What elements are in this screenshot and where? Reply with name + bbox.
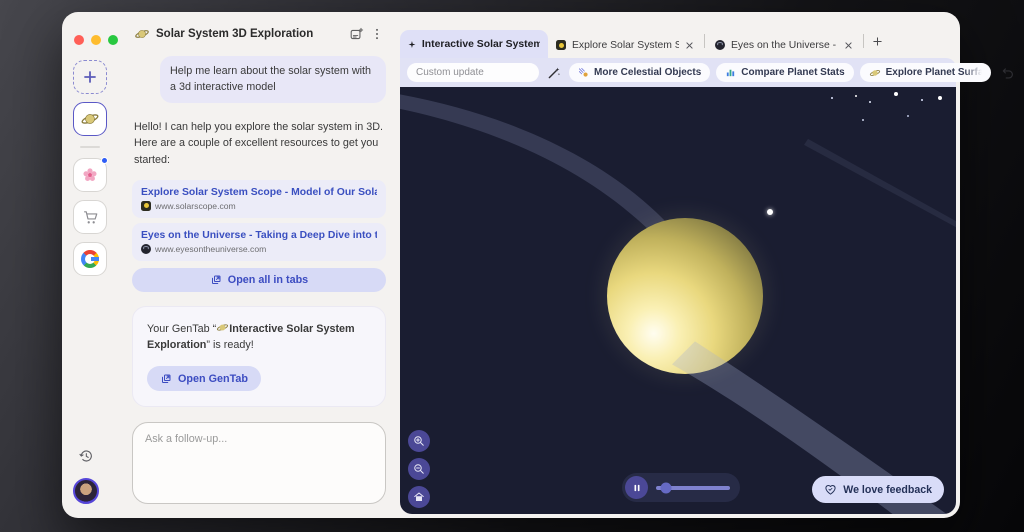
eyesuniverse-favicon [715,40,725,50]
notification-dot [101,157,108,164]
close-tab-icon[interactable] [685,41,694,50]
home-view-button[interactable] [408,486,430,508]
open-gentab-label: Open GenTab [178,373,248,385]
link-card-solarscope[interactable]: Explore Solar System Scope - Model of Ou… [132,180,386,218]
zoom-out-icon [413,463,425,475]
browser-window: Solar System 3D Exploration Help me lear… [62,12,960,518]
open-all-tabs-button[interactable]: Open all in tabs [132,268,386,292]
bar-chart-icon [725,67,736,78]
assistant-message: Hello! I can help you explore the solar … [134,119,384,168]
sidebar-divider [80,146,100,148]
link-title[interactable]: Eyes on the Universe - Taking a Deep Div… [141,230,377,241]
solarscope-favicon [141,201,151,211]
link-url: www.eyesontheuniverse.com [155,244,266,254]
link-url-row: www.solarscope.com [141,201,377,211]
pill-label: More Celestial Objects [594,67,701,78]
tab-separator [704,34,705,48]
orbit-path-front [400,87,956,514]
feedback-button[interactable]: We love feedback [812,476,944,503]
tab-solarscope[interactable]: Explore Solar System Scope - [548,32,702,58]
sidebar-item-shopping[interactable] [73,200,107,234]
slider-thumb[interactable] [661,482,672,493]
link-card-eyesuniverse[interactable]: Eyes on the Universe - Taking a Deep Div… [132,223,386,261]
link-url-row: www.eyesontheuniverse.com [141,244,377,254]
home-icon [413,491,425,503]
saturn-icon [80,109,100,129]
browser-pane: Interactive Solar System Explor... Explo… [400,30,956,514]
explore-planet-surfaces-button[interactable]: Explore Planet Surfa [860,63,991,82]
more-menu-icon[interactable] [370,27,384,41]
user-message-bubble: Help me learn about the solar system wit… [160,56,386,103]
saturn-icon [869,67,881,79]
gentab-ready-text: Your GenTab “Interactive Solar System Ex… [147,321,371,353]
solar-system-3d-canvas[interactable]: We love feedback [400,87,956,514]
cart-icon [82,209,99,226]
time-speed-slider[interactable] [656,486,730,490]
time-control-bar [622,473,740,502]
pause-button[interactable] [625,476,648,499]
eyesuniverse-favicon [141,244,151,254]
tab-interactive-solar[interactable]: Interactive Solar System Explor... [400,30,548,58]
pause-icon [632,483,642,493]
minimize-window-button[interactable] [91,35,101,45]
more-celestial-objects-button[interactable]: More Celestial Objects [569,63,710,82]
tab-label: Eyes on the Universe - Taking [731,40,838,51]
close-window-button[interactable] [74,35,84,45]
link-url: www.solarscope.com [155,201,236,211]
tab-eyesuniverse[interactable]: Eyes on the Universe - Taking [707,32,861,58]
chat-title: Solar System 3D Exploration [156,28,343,40]
open-in-new-icon [210,274,222,286]
gentab-ready-card: Your GenTab “Interactive Solar System Ex… [132,306,386,407]
compare-planet-stats-button[interactable]: Compare Planet Stats [716,63,853,82]
user-avatar[interactable] [73,478,99,504]
saturn-icon [134,26,150,42]
chat-header: Solar System 3D Exploration [132,12,386,56]
custom-update-input[interactable] [407,63,539,82]
pill-label: Explore Planet Surfa [886,67,982,78]
google-logo-icon [81,250,99,268]
tab-separator [863,34,864,48]
new-gentab-icon[interactable] [349,27,364,42]
history-icon[interactable] [78,448,94,464]
zoom-out-button[interactable] [408,458,430,480]
tab-strip: Interactive Solar System Explor... Explo… [400,30,956,58]
view-controls [408,430,430,508]
open-gentab-button[interactable]: Open GenTab [147,366,261,391]
sidebar-item-flower[interactable] [73,158,107,192]
new-chat-button[interactable] [73,60,107,94]
close-tab-icon[interactable] [844,41,853,50]
solarscope-favicon [556,40,566,50]
flower-icon [81,166,99,184]
gentab-toolbar: More Celestial Objects Compare Planet St… [400,58,956,87]
undo-icon[interactable] [999,66,1017,80]
window-controls [74,35,118,45]
sparkle-icon [408,39,416,50]
zoom-window-button[interactable] [108,35,118,45]
tab-label: Interactive Solar System Explor... [422,39,540,50]
new-tab-button[interactable] [866,36,889,53]
sidebar-rail [62,12,118,518]
magic-wand-icon[interactable] [545,66,563,80]
plus-icon [83,70,97,84]
sidebar-item-google[interactable] [73,242,107,276]
sidebar-item-solar-chat[interactable] [73,102,107,136]
heart-icon [824,483,837,496]
moon-dot[interactable] [767,209,773,215]
open-in-new-icon [160,373,172,385]
link-title[interactable]: Explore Solar System Scope - Model of Ou… [141,187,377,198]
chat-panel: Solar System 3D Exploration Help me lear… [118,12,400,518]
saturn-icon [216,321,229,334]
comet-icon [578,67,589,78]
zoom-in-button[interactable] [408,430,430,452]
feedback-label: We love feedback [843,484,932,496]
plus-icon [872,36,883,47]
composer [132,422,386,504]
pill-label: Compare Planet Stats [741,67,844,78]
zoom-in-icon [413,435,425,447]
open-all-tabs-label: Open all in tabs [228,274,308,286]
followup-input[interactable] [145,433,373,493]
tab-label: Explore Solar System Scope - [572,40,679,51]
